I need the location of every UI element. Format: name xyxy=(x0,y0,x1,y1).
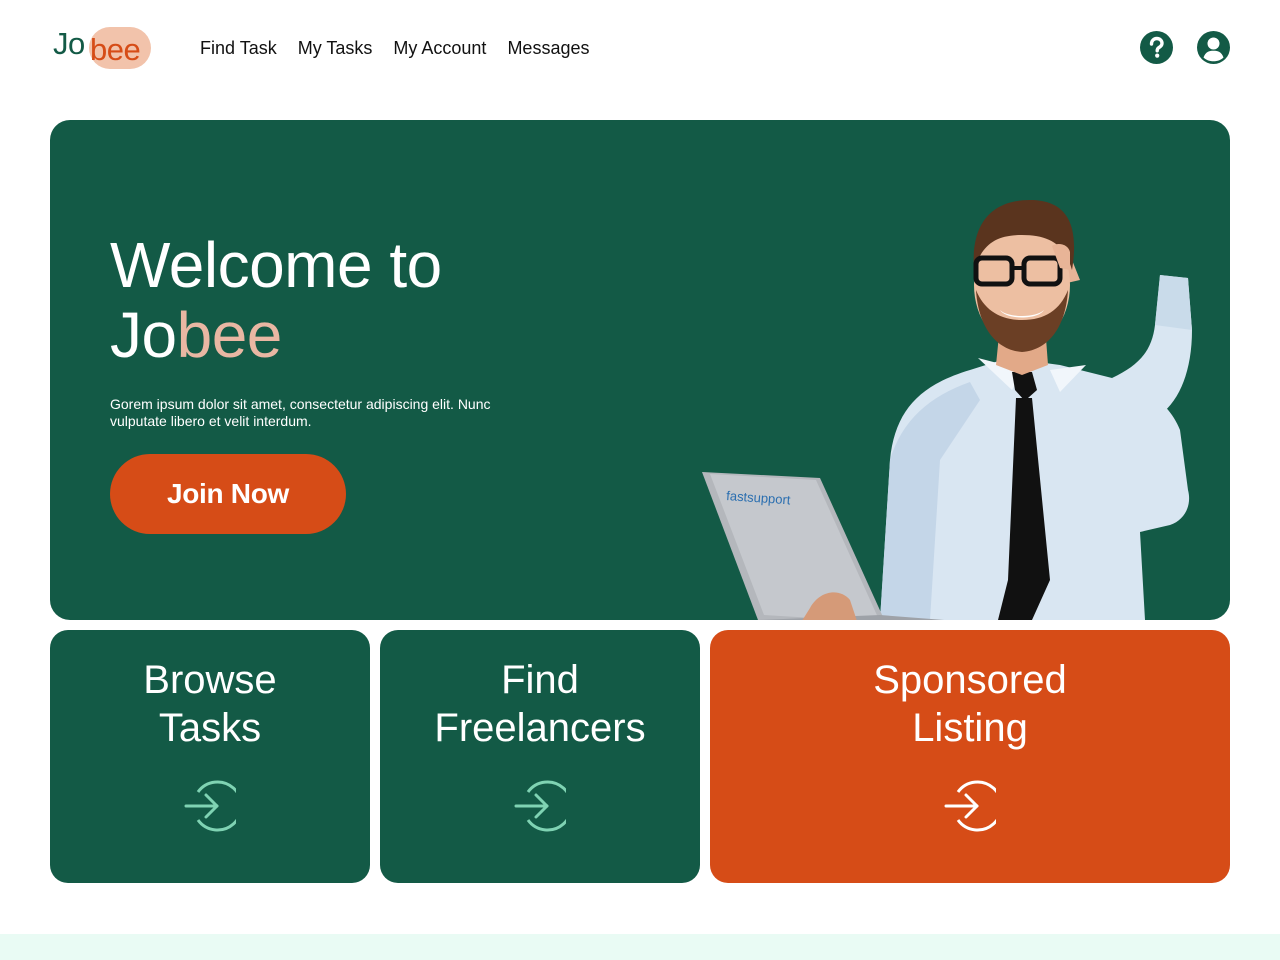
hero-title-brand-jo: Jo xyxy=(110,299,177,371)
jobee-logo[interactable]: Jo bee xyxy=(53,24,153,72)
find-freelancers-title-line1: Find xyxy=(501,658,579,702)
footer-band xyxy=(0,934,1280,960)
nav-messages[interactable]: Messages xyxy=(507,36,589,60)
find-freelancers-title: Find Freelancers xyxy=(380,656,700,752)
sponsored-listing-title-line1: Sponsored xyxy=(873,658,1067,702)
top-header: Jo bee Find Task My Tasks My Account Mes… xyxy=(0,0,1280,96)
main-nav: Find Task My Tasks My Account Messages xyxy=(200,36,589,60)
find-freelancers-title-line2: Freelancers xyxy=(434,706,646,750)
logo-text-jo: Jo xyxy=(53,26,85,61)
hero-title-line1: Welcome to xyxy=(110,229,442,301)
sponsored-listing-card[interactable]: Sponsored Listing xyxy=(710,630,1230,883)
browse-tasks-title: Browse Tasks xyxy=(50,656,370,752)
browse-tasks-title-line2: Tasks xyxy=(158,706,262,750)
logo-text-bee: bee xyxy=(90,32,141,67)
sponsored-listing-title: Sponsored Listing xyxy=(710,656,1230,752)
hero-man-with-laptop-image: fastsupport xyxy=(702,200,1192,620)
nav-my-account[interactable]: My Account xyxy=(393,36,486,60)
hero-subtitle: Gorem ipsum dolor sit amet, consectetur … xyxy=(110,396,491,429)
account-button[interactable] xyxy=(1197,31,1230,64)
user-account-icon xyxy=(1203,37,1224,62)
arrow-login-icon xyxy=(944,780,996,832)
nav-find-task[interactable]: Find Task xyxy=(200,36,277,60)
arrow-login-icon xyxy=(514,780,566,832)
help-button[interactable] xyxy=(1140,31,1173,64)
find-freelancers-card[interactable]: Find Freelancers xyxy=(380,630,700,883)
hero-title: Welcome to Jobee xyxy=(110,230,442,370)
nav-my-tasks[interactable]: My Tasks xyxy=(298,36,373,60)
join-now-button[interactable]: Join Now xyxy=(110,454,346,534)
browse-tasks-title-line1: Browse xyxy=(143,658,277,702)
browse-tasks-card[interactable]: Browse Tasks xyxy=(50,630,370,883)
hero-title-brand-bee: bee xyxy=(176,299,283,371)
sponsored-listing-title-line2: Listing xyxy=(912,706,1028,750)
hero-banner: Welcome to Jobee Gorem ipsum dolor sit a… xyxy=(50,120,1230,620)
arrow-login-icon xyxy=(184,780,236,832)
help-icon xyxy=(1149,36,1164,58)
